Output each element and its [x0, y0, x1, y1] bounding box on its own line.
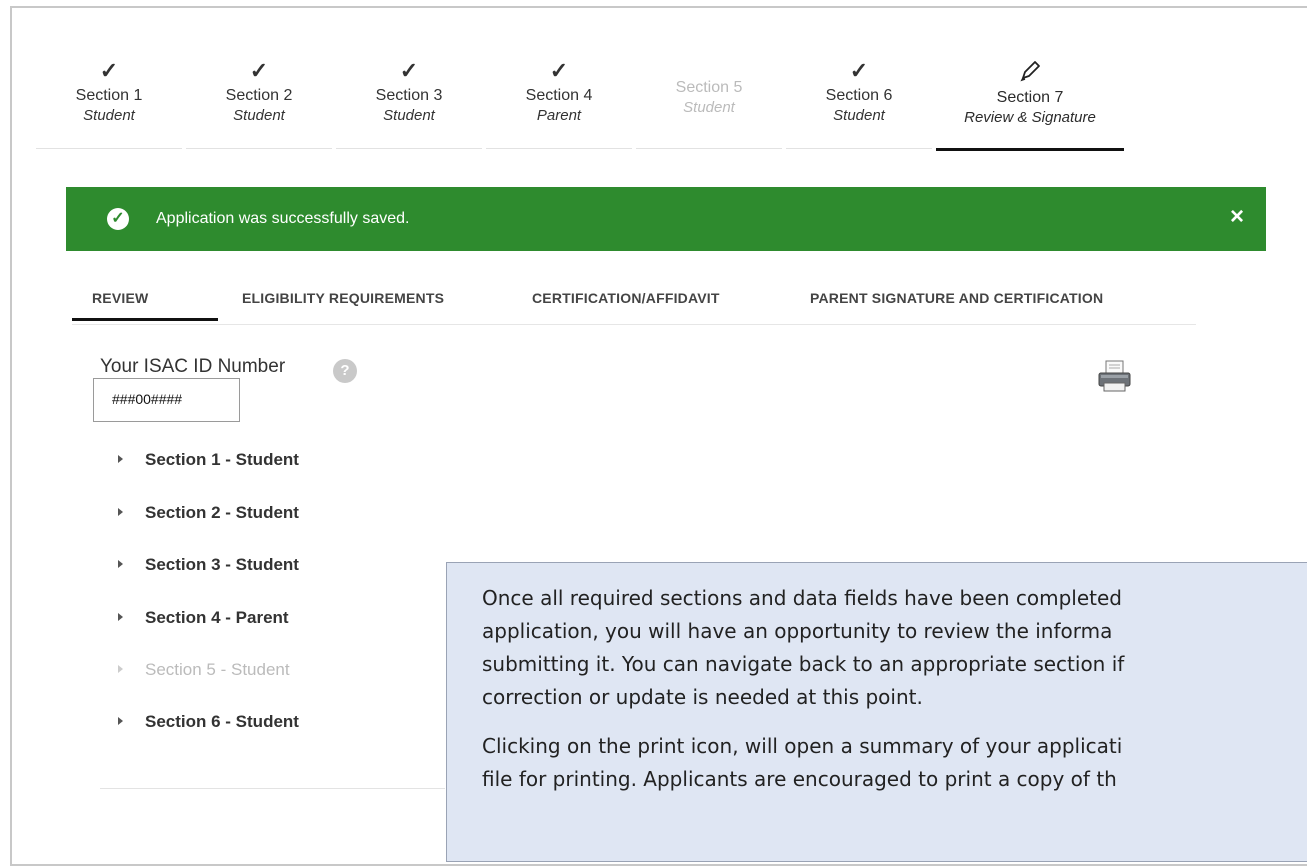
caret-right-icon [118, 507, 123, 516]
help-icon[interactable]: ? [333, 359, 357, 383]
section-item-label: Section 5 - Student [145, 660, 290, 679]
check-icon: ✓ [549, 58, 569, 83]
section-item-2[interactable]: Section 2 - Student [118, 503, 299, 523]
step-section-4[interactable]: ✓ Section 4 Parent [486, 58, 632, 149]
section-item-4[interactable]: Section 4 - Parent [118, 608, 289, 628]
caret-right-icon [118, 559, 123, 568]
step-section-1[interactable]: ✓ Section 1 Student [36, 58, 182, 149]
tab-parent-signature[interactable]: PARENT SIGNATURE AND CERTIFICATION [810, 288, 1103, 324]
alert-message: Application was successfully saved. [156, 210, 410, 227]
divider [100, 788, 445, 789]
check-icon: ✓ [249, 58, 269, 83]
instruction-callout: Once all required sections and data fiel… [446, 562, 1307, 862]
pencil-icon [936, 58, 1124, 90]
step-label: Section 7 [996, 89, 1064, 106]
callout-line: Clicking on the print icon, will open a … [482, 734, 1123, 758]
section-item-label: Section 6 - Student [145, 712, 299, 731]
check-icon: ✓ [399, 58, 419, 83]
step-section-7[interactable]: Section 7 Review & Signature [936, 58, 1124, 151]
section-item-label: Section 2 - Student [145, 503, 299, 522]
tab-eligibility-requirements[interactable]: ELIGIBILITY REQUIREMENTS [242, 288, 444, 324]
caret-right-icon [118, 716, 123, 725]
step-section-2[interactable]: ✓ Section 2 Student [186, 58, 332, 149]
step-section-3[interactable]: ✓ Section 3 Student [336, 58, 482, 149]
section-item-3[interactable]: Section 3 - Student [118, 555, 299, 575]
step-sublabel: Parent [536, 107, 582, 124]
section-item-label: Section 3 - Student [145, 555, 299, 574]
step-sublabel: Student [83, 107, 135, 124]
step-label: Section 6 [825, 87, 893, 104]
isac-id-field: ###00#### [93, 378, 240, 422]
check-icon: ✓ [849, 58, 869, 83]
check-circle-icon: ✓ [107, 208, 129, 230]
step-label: Section 5 [675, 79, 743, 96]
step-sublabel: Review & Signature [964, 109, 1096, 126]
section-item-label: Section 1 - Student [145, 450, 299, 469]
caret-right-icon [118, 664, 123, 673]
close-icon[interactable]: × [1230, 204, 1244, 230]
success-alert: ✓ Application was successfully saved. × [66, 187, 1266, 251]
printer-icon[interactable] [1097, 360, 1133, 392]
review-tabs: REVIEW ELIGIBILITY REQUIREMENTS CERTIFIC… [72, 288, 1196, 325]
step-section-6[interactable]: ✓ Section 6 Student [786, 58, 932, 149]
section-stepper: ✓ Section 1 Student ✓ Section 2 Student … [36, 58, 1136, 151]
section-item-label: Section 4 - Parent [145, 608, 289, 627]
step-sublabel: Student [233, 107, 285, 124]
tab-review[interactable]: REVIEW [72, 288, 218, 321]
check-icon: ✓ [99, 58, 119, 83]
step-sublabel: Student [833, 107, 885, 124]
tab-certification-affidavit[interactable]: CERTIFICATION/AFFIDAVIT [532, 288, 720, 324]
step-label: Section 4 [525, 87, 593, 104]
step-label: Section 2 [225, 87, 293, 104]
caret-right-icon [118, 612, 123, 621]
callout-line: submitting it. You can navigate back to … [482, 652, 1125, 676]
step-label: Section 3 [375, 87, 443, 104]
section-item-6[interactable]: Section 6 - Student [118, 712, 299, 732]
callout-line: correction or update is needed at this p… [482, 685, 923, 709]
isac-id-value: ###00#### [112, 391, 183, 407]
step-sublabel: Student [683, 99, 735, 116]
callout-line: application, you will have an opportunit… [482, 619, 1113, 643]
callout-line: Once all required sections and data fiel… [482, 586, 1122, 610]
isac-id-label: Your ISAC ID Number [100, 356, 286, 377]
caret-right-icon [118, 454, 123, 463]
section-item-1[interactable]: Section 1 - Student [118, 450, 299, 470]
step-section-5: ✓ Section 5 Student [636, 58, 782, 149]
section-item-5: Section 5 - Student [118, 660, 290, 680]
step-sublabel: Student [383, 107, 435, 124]
step-label: Section 1 [75, 87, 143, 104]
callout-line: file for printing. Applicants are encour… [482, 767, 1117, 791]
